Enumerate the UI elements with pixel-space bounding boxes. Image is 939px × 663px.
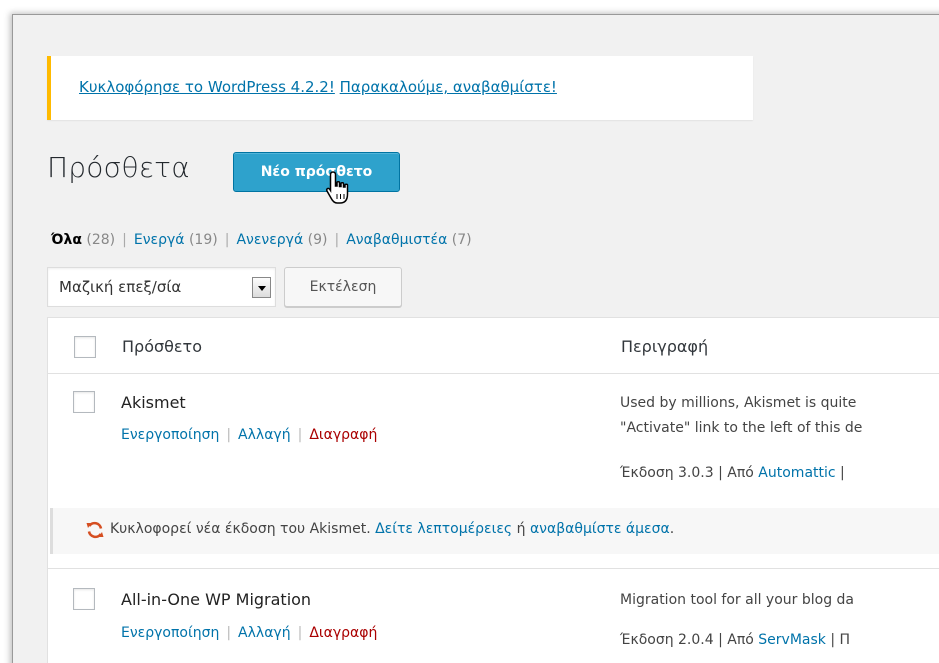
plugin-name-all-in-one-wp-migration: All-in-One WP Migration [121, 590, 312, 609]
update-notice-text: Κυκλοφορεί νέα έκδοση του Akismet. [110, 521, 371, 537]
bulk-actions-value: Μαζική επεξ/σία [59, 278, 182, 296]
description-all-in-one-wp-migration: Migration tool for all your blog da [620, 592, 855, 608]
table-header-row: Πρόσθετο Περιγραφή [48, 318, 939, 374]
update-now-plugin-link[interactable]: αναβαθμίστε άμεσα [530, 521, 670, 537]
page-title: Πρόσθετα [47, 151, 190, 184]
select-all-checkbox[interactable] [74, 336, 96, 358]
description-akismet: Used by millions, Akismet is quite "Acti… [620, 395, 863, 436]
edit-link[interactable]: Αλλαγή [238, 625, 291, 641]
update-nag-notice: Κυκλοφόρησε το WordPress 4.2.2! Παρακαλο… [47, 56, 753, 120]
hand-pointer-cursor-icon [326, 171, 349, 204]
apply-bulk-button[interactable]: Εκτέλεση [284, 267, 402, 307]
plugin-meta-akismet: Έκδοση 3.0.3 | Από Automattic | [620, 465, 845, 481]
add-new-plugin-button[interactable]: Νέο πρόσθετο [233, 152, 400, 192]
row-divider [47, 568, 939, 569]
bulk-actions-select[interactable]: Μαζική επεξ/σία [47, 267, 276, 307]
author-link-servmask[interactable]: ServMask [758, 632, 826, 648]
plugin-checkbox-akismet[interactable] [73, 391, 95, 413]
plugin-update-notice: Κυκλοφορεί νέα έκδοση του Akismet. Δείτε… [50, 508, 939, 554]
filter-inactive[interactable]: Ανενεργά (9) [236, 232, 327, 248]
column-header-description: Περιγραφή [621, 337, 709, 356]
plugin-meta-all-in-one-wp-migration: Έκδοση 2.0.4 | Από ServMask | Π [620, 632, 851, 648]
filter-updates[interactable]: Αναβαθμιστέα (7) [346, 232, 471, 248]
row-actions-all-in-one-wp-migration: Ενεργοποίηση | Αλλαγή | Διαγραφή [121, 625, 378, 641]
update-refresh-icon [86, 521, 104, 539]
column-header-plugin: Πρόσθετο [122, 337, 202, 356]
delete-link[interactable]: Διαγραφή [309, 625, 377, 641]
plugin-status-filters: Όλα (28) | Ενεργά (19) | Ανενεργά (9) | Αναβαθ… [51, 232, 472, 248]
row-actions-akismet: Ενεργοποίηση | Αλλαγή | Διαγραφή [121, 427, 378, 443]
activate-link[interactable]: Ενεργοποίηση [121, 625, 219, 641]
filter-all[interactable]: Όλα (28) [51, 232, 115, 248]
wordpress-release-link[interactable]: Κυκλοφόρησε το WordPress 4.2.2! [79, 78, 335, 96]
edit-link[interactable]: Αλλαγή [238, 427, 291, 443]
dropdown-arrow-icon[interactable] [252, 277, 271, 298]
activate-link[interactable]: Ενεργοποίηση [121, 427, 219, 443]
plugin-name-akismet: Akismet [121, 393, 186, 412]
plugin-checkbox-all-in-one-wp-migration[interactable] [73, 588, 95, 610]
view-details-link[interactable]: Δείτε λεπτομέρειες [375, 521, 512, 537]
delete-link[interactable]: Διαγραφή [309, 427, 377, 443]
author-link-automattic[interactable]: Automattic [758, 465, 835, 481]
filter-active[interactable]: Ενεργά (19) [134, 232, 218, 248]
update-now-link[interactable]: Παρακαλούμε, αναβαθμίστε! [340, 78, 557, 96]
